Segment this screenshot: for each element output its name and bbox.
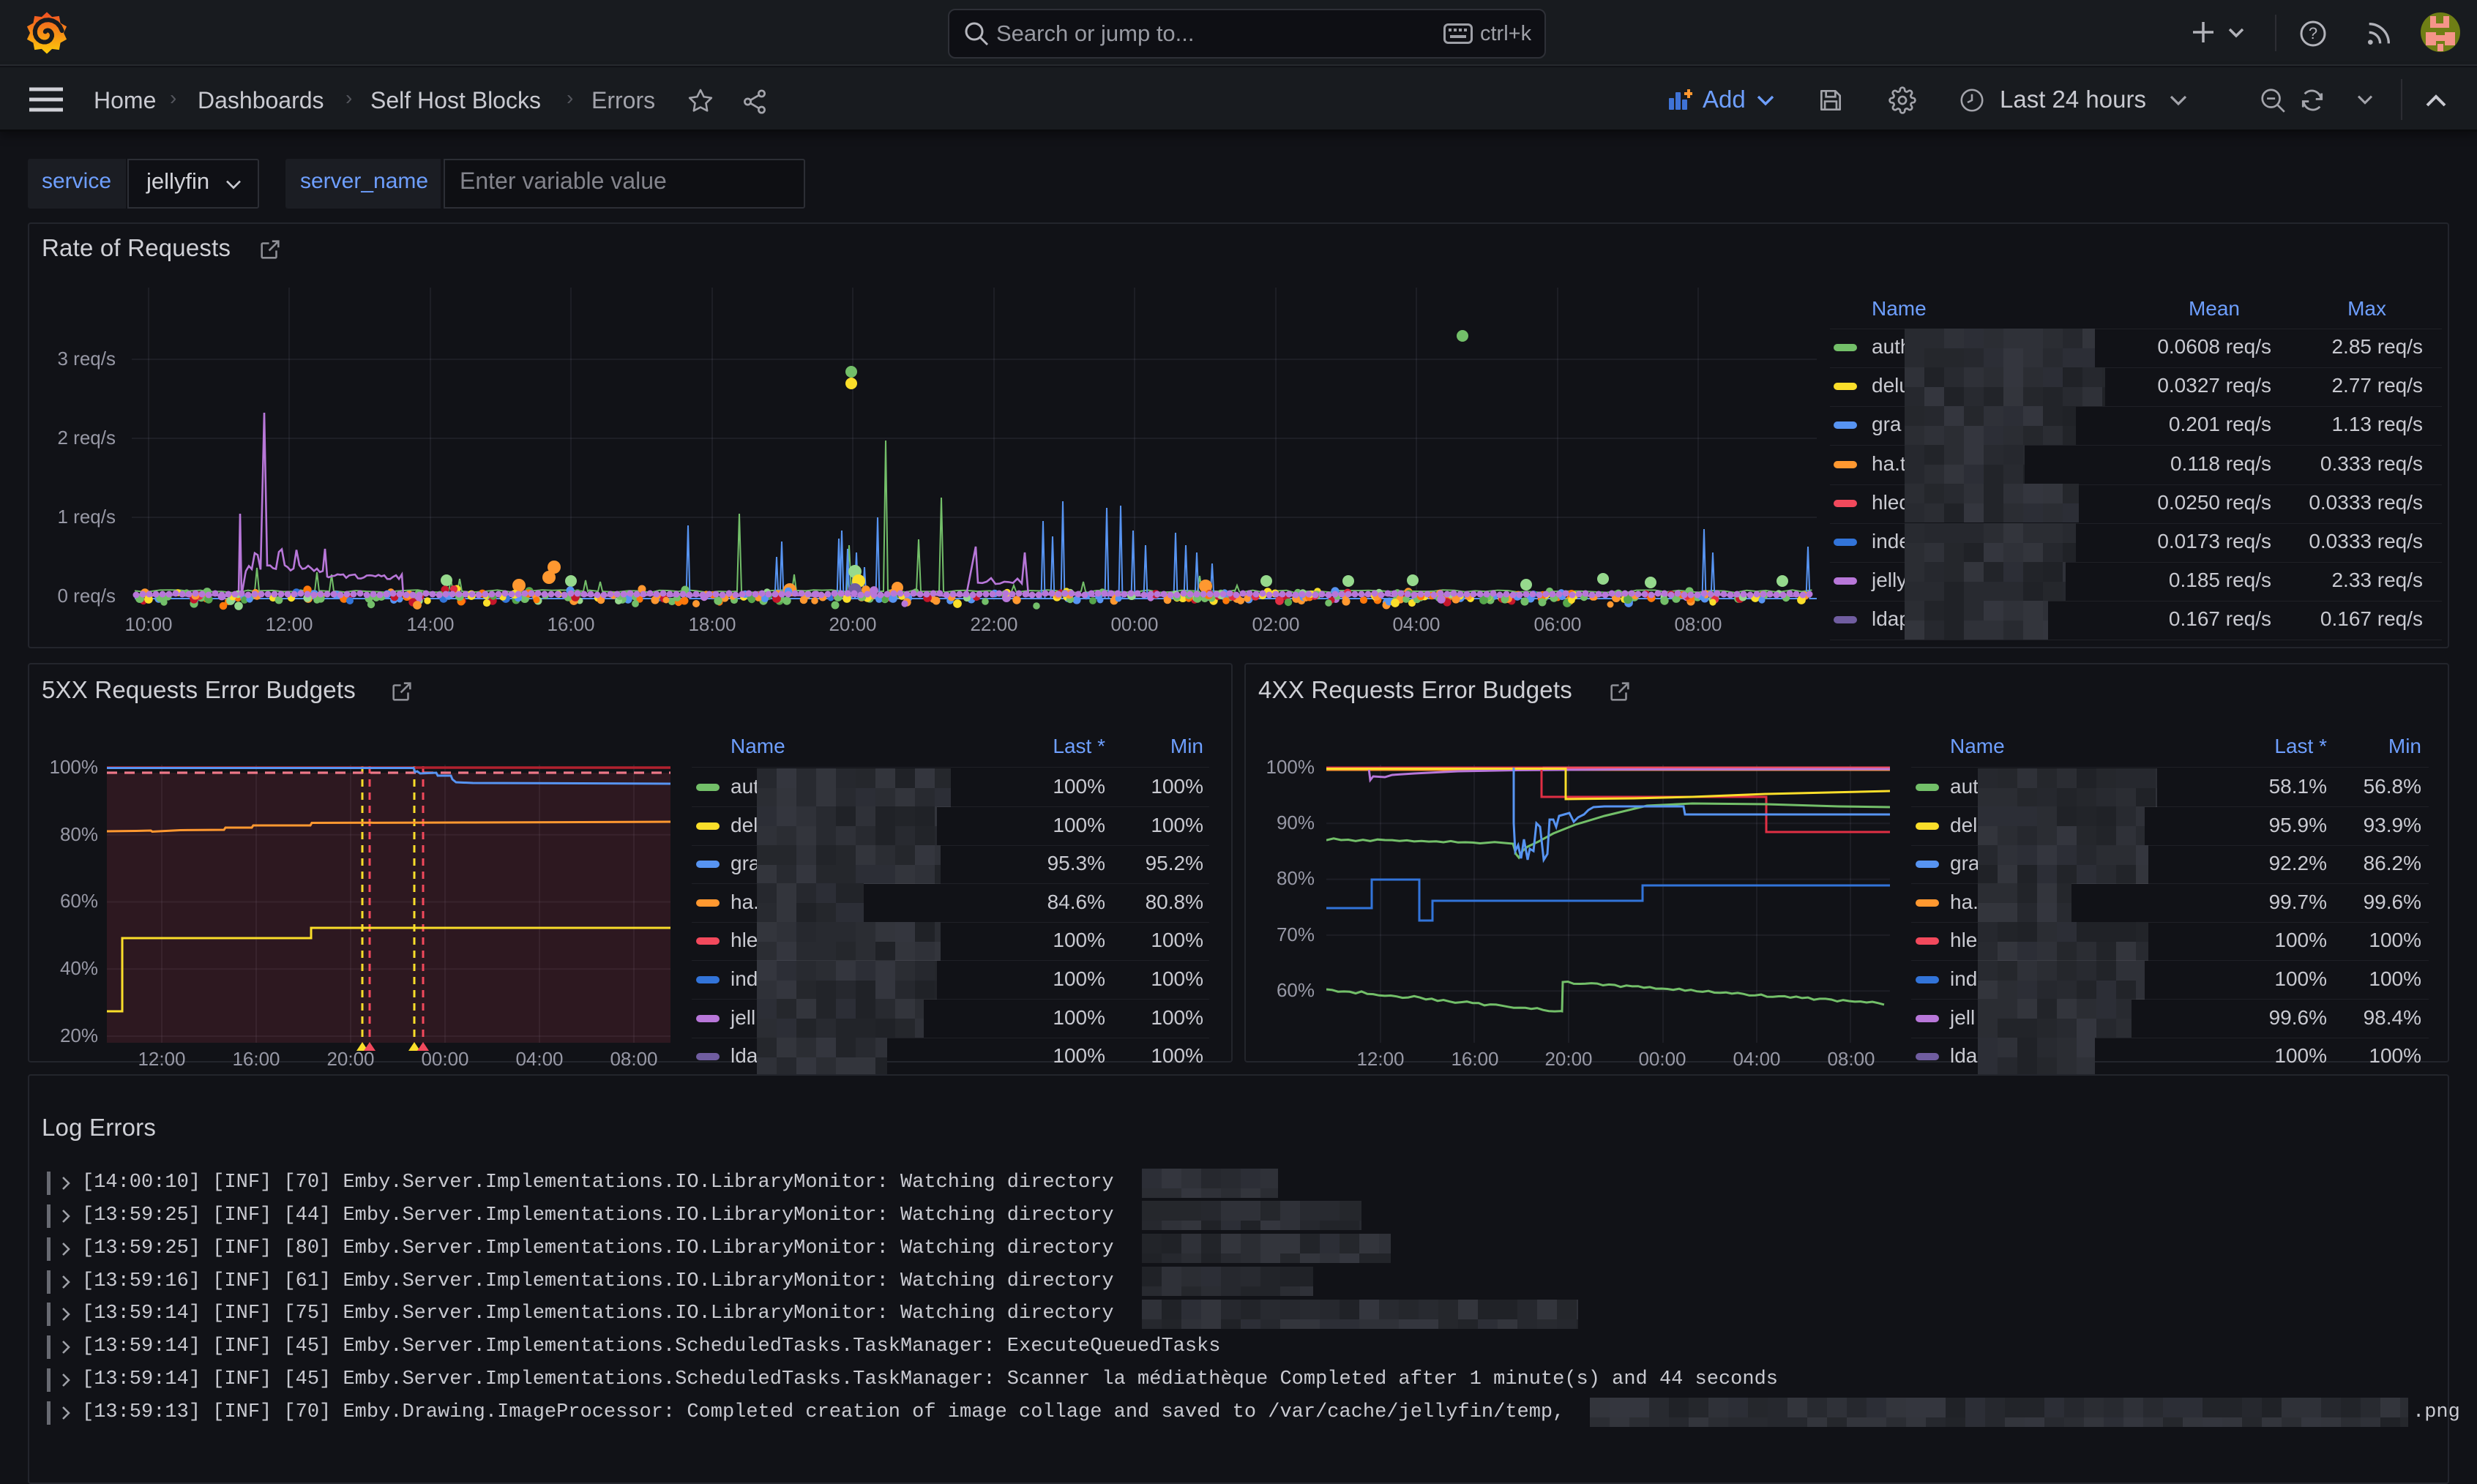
svg-text:?: ? [2309, 24, 2317, 42]
